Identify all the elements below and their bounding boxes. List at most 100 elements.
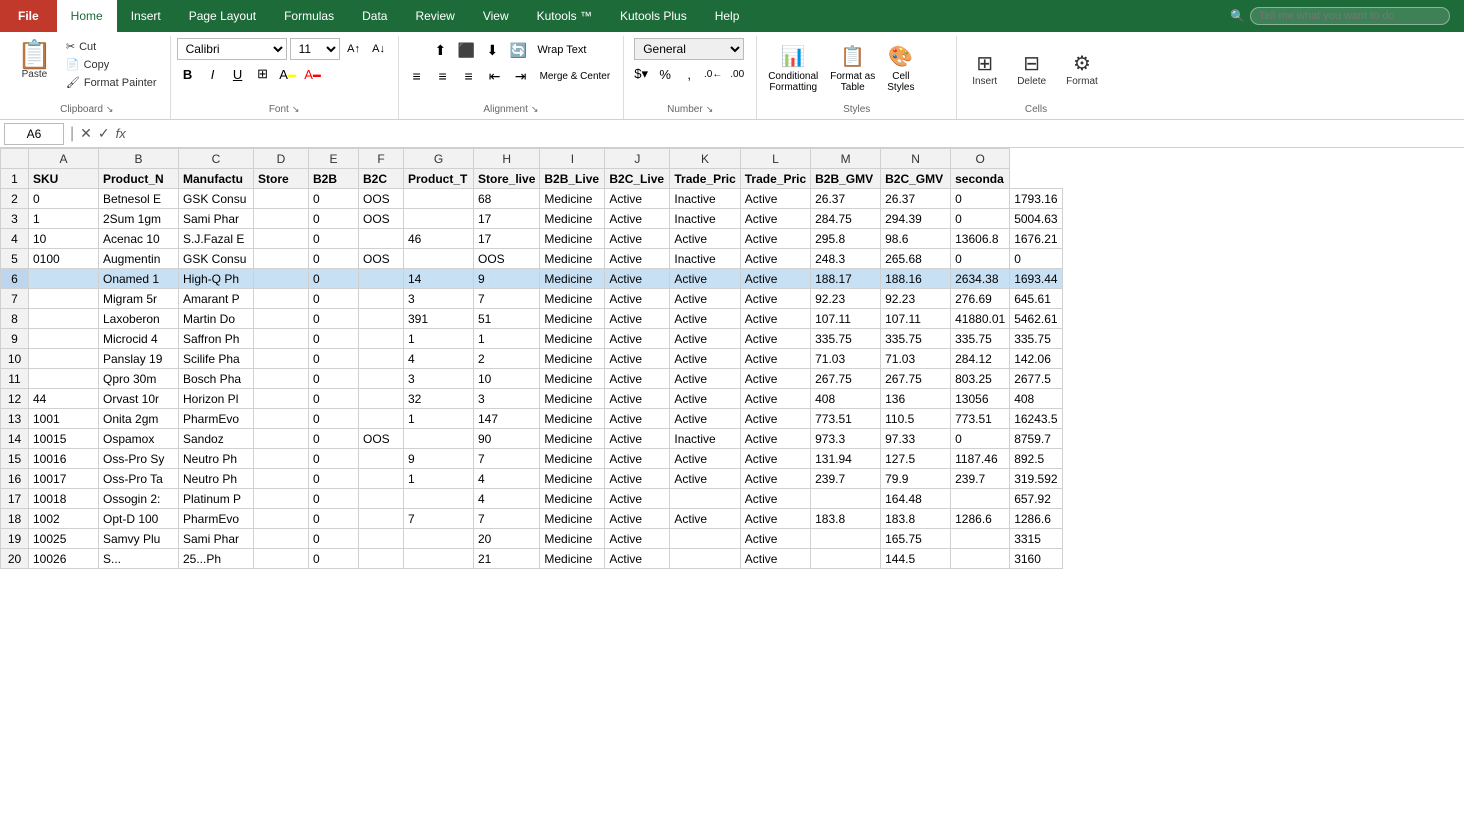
conditional-formatting-button[interactable]: 📊 ConditionalFormatting [763,41,823,96]
cell-15-3[interactable] [254,449,309,469]
cell-11-9[interactable]: Active [605,369,670,389]
cell-10-14[interactable]: 284.12 [951,349,1010,369]
cell-12-10[interactable]: Active [670,389,740,409]
cell-13-3[interactable] [254,409,309,429]
font-color-button[interactable]: A▬ [302,63,324,85]
cell-19-6[interactable] [404,529,474,549]
cell-12-9[interactable]: Active [605,389,670,409]
cell-6-2[interactable]: High-Q Ph [179,269,254,289]
cell-8-2[interactable]: Martin Do [179,309,254,329]
cell-20-12[interactable] [811,549,881,569]
cell-6-7[interactable]: 9 [474,269,540,289]
cell-17-7[interactable]: 4 [474,489,540,509]
cell-11-14[interactable]: 803.25 [951,369,1010,389]
cell-20-7[interactable]: 21 [474,549,540,569]
decrease-indent-button[interactable]: ⇤ [483,64,507,88]
cell-3-3[interactable] [254,209,309,229]
cell-11-7[interactable]: 10 [474,369,540,389]
cell-16-1[interactable]: Oss-Pro Ta [99,469,179,489]
cell-18-12[interactable]: 183.8 [811,509,881,529]
cell-20-11[interactable]: Active [740,549,810,569]
cell-6-6[interactable]: 14 [404,269,474,289]
cell-6-15[interactable]: 1693.44 [1010,269,1062,289]
cell-2-10[interactable]: Inactive [670,189,740,209]
cell-14-8[interactable]: Medicine [540,429,605,449]
cell-14-2[interactable]: Sandoz [179,429,254,449]
tab-kutools[interactable]: Kutools ™ [523,0,606,32]
col-header-g[interactable]: G [404,149,474,169]
cell-20-15[interactable]: 3160 [1010,549,1062,569]
cell-4-3[interactable] [254,229,309,249]
cut-button[interactable]: ✂ Cut [61,38,162,55]
bold-button[interactable]: B [177,63,199,85]
cell-15-10[interactable]: Active [670,449,740,469]
col-header-c[interactable]: C [179,149,254,169]
cell-4-9[interactable]: Active [605,229,670,249]
cell-11-4[interactable]: 0 [309,369,359,389]
cell-19-0[interactable]: 10025 [29,529,99,549]
cell-5-7[interactable]: OOS [474,249,540,269]
align-center-button[interactable]: ≡ [431,64,455,88]
increase-decimal-button[interactable]: .00 [726,63,748,85]
cell-19-11[interactable]: Active [740,529,810,549]
cell-10-8[interactable]: Medicine [540,349,605,369]
cell-15-5[interactable] [359,449,404,469]
cell-f1[interactable]: B2C [359,169,404,189]
tab-home[interactable]: Home [57,0,117,32]
col-header-e[interactable]: E [309,149,359,169]
cell-10-6[interactable]: 4 [404,349,474,369]
cell-17-4[interactable]: 0 [309,489,359,509]
cell-17-9[interactable]: Active [605,489,670,509]
cell-15-14[interactable]: 1187.46 [951,449,1010,469]
cell-20-14[interactable] [951,549,1010,569]
cell-17-3[interactable] [254,489,309,509]
cell-13-2[interactable]: PharmEvo [179,409,254,429]
cell-19-10[interactable] [670,529,740,549]
cell-4-7[interactable]: 17 [474,229,540,249]
cell-13-11[interactable]: Active [740,409,810,429]
cell-20-10[interactable] [670,549,740,569]
number-expand-icon[interactable]: ↘ [706,104,714,115]
cell-17-10[interactable] [670,489,740,509]
cell-3-8[interactable]: Medicine [540,209,605,229]
cell-13-15[interactable]: 16243.5 [1010,409,1062,429]
cell-12-0[interactable]: 44 [29,389,99,409]
cell-m1[interactable]: B2B_GMV [811,169,881,189]
cell-11-10[interactable]: Active [670,369,740,389]
cell-o1[interactable]: seconda [951,169,1010,189]
cell-11-15[interactable]: 2677.5 [1010,369,1062,389]
cell-13-7[interactable]: 147 [474,409,540,429]
cell-7-6[interactable]: 3 [404,289,474,309]
col-header-d[interactable]: D [254,149,309,169]
cell-8-4[interactable]: 0 [309,309,359,329]
wrap-text-button[interactable]: Wrap Text [532,38,591,62]
cell-14-6[interactable] [404,429,474,449]
cell-3-7[interactable]: 17 [474,209,540,229]
font-size-select[interactable]: 11 [290,38,340,60]
cell-5-4[interactable]: 0 [309,249,359,269]
cell-4-2[interactable]: S.J.Fazal E [179,229,254,249]
cell-8-13[interactable]: 107.11 [881,309,951,329]
cell-20-5[interactable] [359,549,404,569]
cell-14-11[interactable]: Active [740,429,810,449]
cell-6-1[interactable]: Onamed 1 [99,269,179,289]
cell-11-5[interactable] [359,369,404,389]
cell-a1[interactable]: SKU [29,169,99,189]
cell-8-5[interactable] [359,309,404,329]
cell-2-5[interactable]: OOS [359,189,404,209]
cell-k1[interactable]: Trade_Pric [670,169,740,189]
cell-11-2[interactable]: Bosch Pha [179,369,254,389]
cell-2-6[interactable] [404,189,474,209]
cell-h1[interactable]: Store_live [474,169,540,189]
cell-2-9[interactable]: Active [605,189,670,209]
cell-7-2[interactable]: Amarant P [179,289,254,309]
cell-18-3[interactable] [254,509,309,529]
cell-13-0[interactable]: 1001 [29,409,99,429]
cell-14-13[interactable]: 97.33 [881,429,951,449]
cell-3-15[interactable]: 5004.63 [1010,209,1062,229]
cell-15-8[interactable]: Medicine [540,449,605,469]
cell-12-6[interactable]: 32 [404,389,474,409]
cell-c1[interactable]: Manufactu [179,169,254,189]
col-header-m[interactable]: M [811,149,881,169]
cell-9-13[interactable]: 335.75 [881,329,951,349]
